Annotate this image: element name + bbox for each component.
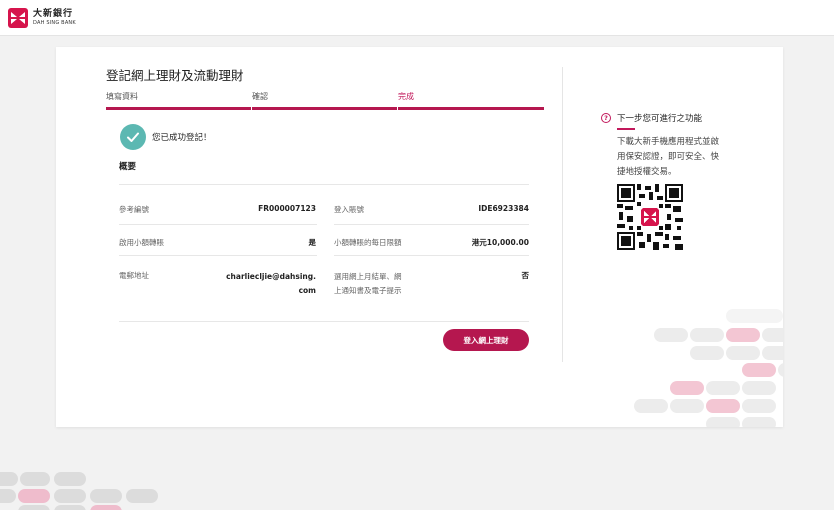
ref-number-value: FR000007123 (258, 204, 316, 213)
decor-pill (726, 309, 783, 323)
decor-pill (18, 505, 50, 510)
check-icon (120, 124, 146, 150)
estatement-label-line1: 選用網上月結單、網 (334, 272, 402, 281)
decor-pill (670, 399, 704, 413)
daily-limit-value: 港元10,000.00 (471, 238, 529, 247)
next-steps-description: 下載大新手機應用程式並啟 用保安認證，即可安全、快 捷地授權交易。 (617, 135, 752, 180)
email-value-line2: com (298, 286, 316, 295)
decor-pill (126, 489, 158, 503)
decor-pill (742, 363, 776, 377)
decor-pill (762, 328, 783, 342)
decor-pill (726, 346, 760, 360)
row2-divider-left (119, 255, 317, 256)
column-divider (562, 67, 563, 362)
decor-pill (706, 399, 740, 413)
decor-pill (0, 472, 18, 486)
row2-divider-right (334, 255, 529, 256)
login-online-banking-button[interactable]: 登入網上理財 (443, 329, 529, 351)
estatement-value: 否 (521, 271, 530, 280)
login-id-value: IDE6923384 (478, 204, 529, 213)
decor-pill (742, 381, 776, 395)
page-title: 登記網上理財及流動理財 (106, 68, 244, 83)
daily-limit-label: 小額轉賬的每日限額 (334, 238, 402, 247)
summary-divider-bottom (119, 321, 529, 322)
row1-divider-right (334, 224, 529, 225)
decor-pill (18, 489, 50, 503)
success-banner: 您已成功登記！ (120, 124, 212, 150)
decor-pill (726, 328, 760, 342)
next-desc-line1: 下載大新手機應用程式並啟 (617, 137, 720, 147)
decor-pill (742, 417, 776, 427)
decor-pill (778, 363, 783, 377)
next-steps-title: 下一步您可進行之功能 (617, 114, 703, 124)
small-transfer-value: 是 (308, 238, 317, 247)
decor-pill (690, 346, 724, 360)
small-transfer-label: 啟用小額轉賬 (119, 238, 164, 247)
step-2-label: 確認 (252, 92, 268, 101)
step-1: 填寫資料 (106, 91, 251, 110)
logo-name-en: DAH SING BANK (33, 20, 76, 26)
decor-pill (20, 472, 50, 486)
email-value-line1: charliecljie@dahsing. (226, 272, 316, 281)
main-card: 登記網上理財及流動理財 填寫資料 確認 完成 您已成功登記！ 概要 參考編號 F… (56, 47, 783, 427)
step-3: 完成 (398, 91, 544, 110)
decor-pill (54, 472, 86, 486)
next-desc-line3: 捷地授權交易。 (617, 167, 677, 177)
decor-pill (634, 399, 668, 413)
decor-pill (90, 505, 122, 510)
step-3-label: 完成 (398, 92, 414, 101)
step-1-label: 填寫資料 (106, 92, 138, 101)
bank-logo[interactable]: 大新銀行 DAH SING BANK (8, 8, 76, 28)
decor-pill (54, 489, 86, 503)
email-value: charliecljie@dahsing. com (196, 270, 316, 298)
top-bar: 大新銀行 DAH SING BANK (0, 0, 834, 36)
email-label: 電郵地址 (119, 271, 149, 280)
decor-pill (0, 489, 16, 503)
question-icon: ? (601, 113, 611, 123)
decor-pill (670, 381, 704, 395)
decor-pill (762, 346, 783, 360)
decor-pill (706, 417, 740, 427)
decor-pill (54, 505, 86, 510)
ref-number-label: 參考編號 (119, 205, 149, 214)
estatement-label-line2: 上通知書及電子提示 (334, 286, 402, 295)
step-2: 確認 (252, 91, 397, 110)
estatement-label: 選用網上月結單、網 上通知書及電子提示 (334, 270, 402, 298)
summary-title: 概要 (119, 162, 137, 172)
logo-name-zh: 大新銀行 (33, 9, 74, 19)
decor-pill (706, 381, 740, 395)
decor-pill (654, 328, 688, 342)
next-steps-heading: ? 下一步您可進行之功能 (601, 112, 702, 124)
qr-code (617, 184, 683, 250)
success-message: 您已成功登記！ (152, 133, 212, 143)
step-3-bar (398, 107, 544, 110)
summary-divider-top (119, 184, 529, 185)
step-1-bar (106, 107, 251, 110)
next-desc-line2: 用保安認證，即可安全、快 (617, 152, 720, 162)
logo-mark-icon (8, 8, 28, 28)
next-steps-accent (617, 128, 635, 130)
decor-pill (90, 489, 122, 503)
step-2-bar (252, 107, 397, 110)
login-id-label: 登入賬號 (334, 205, 364, 214)
decor-pill (690, 328, 724, 342)
decor-pill (742, 399, 776, 413)
row1-divider-left (119, 224, 317, 225)
